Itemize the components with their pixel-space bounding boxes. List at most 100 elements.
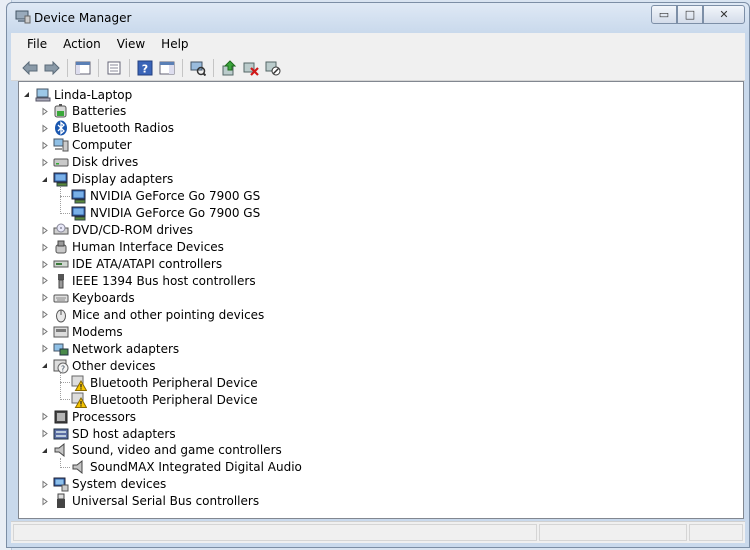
tree-category[interactable]: Disk drives (53, 154, 138, 171)
tree-root-computer[interactable]: Linda-Laptop (35, 86, 132, 103)
tree-category-label: Computer (72, 138, 132, 153)
expand-arrow-icon[interactable] (40, 124, 49, 133)
update-driver-button[interactable] (218, 57, 240, 79)
expand-arrow-icon[interactable] (40, 107, 49, 116)
modem-icon (53, 324, 69, 340)
minimize-icon: ▭ (658, 8, 670, 21)
computer-icon (53, 137, 69, 153)
forward-button[interactable] (41, 57, 63, 79)
display-adapter-icon (71, 188, 87, 204)
tree-category[interactable]: Mice and other pointing devices (53, 306, 264, 323)
tree-category-label: Disk drives (72, 155, 139, 170)
processor-icon (53, 409, 69, 425)
tree-category[interactable]: Sound, video and game controllers (53, 442, 282, 459)
hid-icon (53, 239, 69, 255)
collapse-arrow-icon[interactable] (40, 446, 49, 455)
update-driver-icon (222, 59, 237, 75)
tree-category[interactable]: Modems (53, 323, 123, 340)
tree-category[interactable]: DVD/CD-ROM drives (53, 222, 193, 239)
action-pane-button[interactable] (156, 57, 178, 79)
tree-category[interactable]: Network adapters (53, 340, 179, 357)
collapse-arrow-icon[interactable] (40, 175, 49, 184)
tree-category[interactable]: Batteries (53, 103, 126, 120)
tree-device-item[interactable]: SoundMAX Integrated Digital Audio (71, 459, 302, 476)
expand-arrow-icon[interactable] (40, 293, 49, 302)
expand-arrow-icon[interactable] (40, 310, 49, 319)
show-hide-console-tree-icon (75, 61, 91, 74)
tree-category-label: Mice and other pointing devices (72, 307, 265, 322)
tree-category-label: IDE ATA/ATAPI controllers (72, 257, 223, 271)
close-button[interactable]: ✕ (703, 5, 745, 24)
menu-help[interactable]: Help (153, 36, 196, 52)
tree-category[interactable]: Human Interface Devices (53, 239, 224, 256)
collapse-arrow-icon[interactable] (40, 361, 49, 370)
tree-device-item[interactable]: NVIDIA GeForce Go 7900 GS (71, 205, 260, 222)
expand-arrow-icon[interactable] (40, 344, 49, 353)
scan-hardware-changes-button[interactable] (187, 57, 209, 79)
properties-button[interactable] (103, 57, 125, 79)
tree-category[interactable]: IDE ATA/ATAPI controllers (53, 256, 222, 273)
expand-arrow-icon[interactable] (40, 226, 49, 235)
device-tree[interactable]: Linda-Laptop Batteries Bluetooth Radios Com… (18, 81, 744, 519)
tree-category[interactable]: Processors (53, 408, 136, 425)
warning-device-icon (71, 392, 87, 408)
menu-bar: File Action View Help (11, 33, 745, 55)
expand-arrow-icon[interactable] (40, 260, 49, 269)
tree-category-label: Batteries (72, 104, 127, 119)
expand-arrow-icon[interactable] (40, 412, 49, 421)
tree-category[interactable]: Universal Serial Bus controllers (53, 493, 259, 510)
title-bar[interactable]: Device Manager ▭ □ ✕ (7, 3, 749, 31)
tree-category[interactable]: System devices (53, 476, 166, 493)
tree-category[interactable]: Display adapters (53, 171, 173, 188)
device-manager-icon (15, 10, 31, 24)
toolbar-separator (98, 58, 99, 77)
device-manager-window: Device Manager ▭ □ ✕ File Action View He… (6, 2, 750, 548)
expand-arrow-icon[interactable] (40, 480, 49, 489)
tree-category-label: Display adapters (72, 172, 174, 187)
expand-arrow-icon[interactable] (40, 276, 49, 285)
expand-arrow-icon[interactable] (40, 141, 49, 150)
tree-category[interactable]: IEEE 1394 Bus host controllers (53, 272, 256, 289)
forward-arrow-icon (44, 60, 60, 75)
window-title: Device Manager (34, 11, 132, 25)
network-adapter-icon (53, 341, 69, 357)
toolbar-separator (129, 58, 130, 77)
tree-category[interactable]: Bluetooth Radios (53, 120, 174, 137)
menu-action[interactable]: Action (55, 36, 109, 52)
collapse-arrow-icon[interactable] (22, 90, 31, 99)
tree-connector-line (60, 466, 70, 468)
disable-device-button[interactable] (262, 57, 284, 79)
expand-arrow-icon[interactable] (40, 497, 49, 506)
expand-arrow-icon[interactable] (40, 158, 49, 167)
expand-arrow-icon[interactable] (40, 243, 49, 252)
tree-category-label: Other devices (72, 358, 156, 373)
menu-view[interactable]: View (109, 36, 153, 52)
tree-category[interactable]: Keyboards (53, 289, 135, 306)
tree-category[interactable]: SD host adapters (53, 425, 176, 442)
tree-connector-line (60, 195, 70, 197)
uninstall-button[interactable] (240, 57, 262, 79)
maximize-button[interactable]: □ (677, 5, 703, 24)
mouse-icon (53, 307, 69, 323)
show-hide-console-tree-button[interactable] (72, 57, 94, 79)
tree-device-item[interactable]: Bluetooth Peripheral Device (71, 374, 258, 391)
sd-adapter-icon (53, 426, 69, 442)
menu-file[interactable]: File (19, 36, 55, 52)
back-button[interactable] (19, 57, 41, 79)
expand-arrow-icon[interactable] (40, 429, 49, 438)
properties-icon (107, 61, 121, 74)
tree-device-item[interactable]: NVIDIA GeForce Go 7900 GS (71, 188, 260, 205)
tree-category[interactable]: Computer (53, 137, 132, 154)
expand-arrow-icon[interactable] (40, 327, 49, 336)
toolbar-separator (67, 58, 68, 77)
tree-connector-line (60, 382, 70, 384)
display-adapter-icon (71, 205, 87, 221)
tree-category-label: Bluetooth Radios (72, 121, 175, 136)
tree-category[interactable]: ? Other devices (53, 357, 156, 374)
speaker-icon (53, 442, 69, 458)
back-arrow-icon (22, 60, 38, 75)
disk-drive-icon (53, 154, 69, 170)
minimize-button[interactable]: ▭ (651, 5, 677, 24)
tree-device-item[interactable]: Bluetooth Peripheral Device (71, 391, 258, 408)
help-button[interactable]: ? (134, 57, 156, 79)
